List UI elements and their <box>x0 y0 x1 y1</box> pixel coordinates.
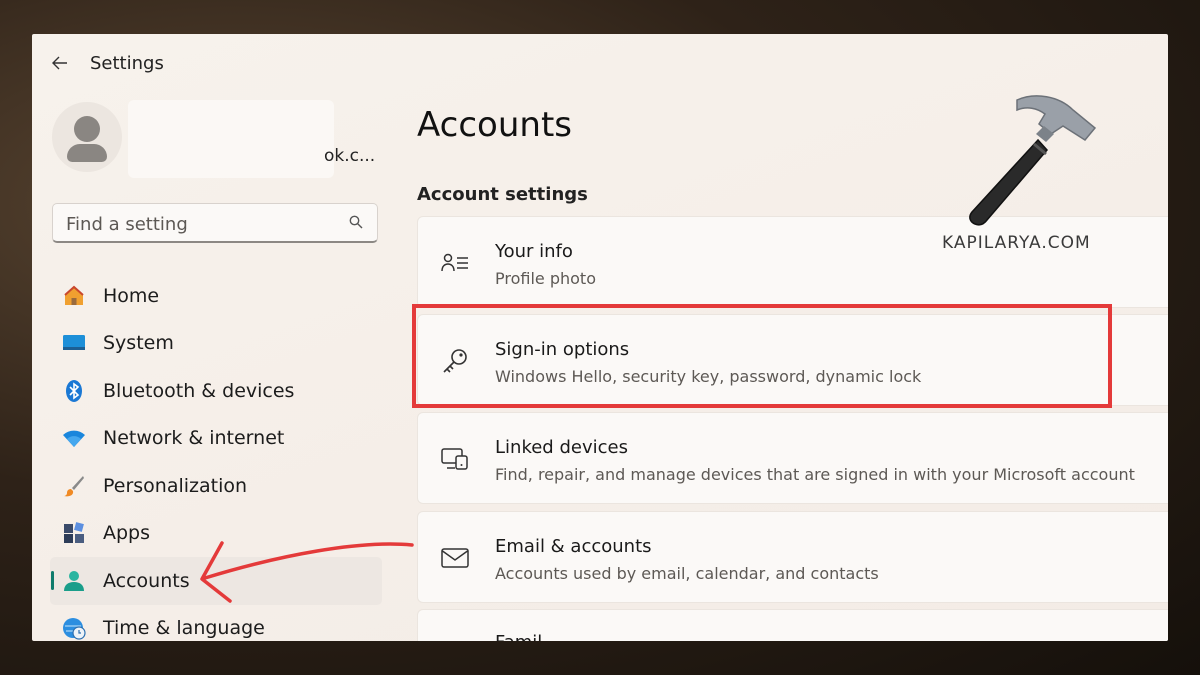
sidebar-item-label: Home <box>103 284 160 307</box>
card-family[interactable]: Famil <box>417 609 1168 641</box>
sidebar-item-personalization[interactable]: Personalization <box>50 462 382 510</box>
bluetooth-icon <box>62 379 86 403</box>
search-box[interactable] <box>52 203 378 243</box>
sidebar-item-network[interactable]: Network & internet <box>50 415 382 463</box>
sidebar-item-label: Time & language <box>103 617 265 640</box>
sidebar-item-label: Personalization <box>103 474 248 497</box>
wifi-icon <box>62 426 86 450</box>
hammer-icon <box>969 95 1097 226</box>
person-icon <box>62 569 86 593</box>
back-button[interactable] <box>46 50 74 76</box>
back-arrow-icon <box>52 56 67 70</box>
title-bar: Settings <box>32 34 1168 94</box>
sidebar-item-label: Network & internet <box>103 427 285 450</box>
active-indicator <box>51 571 54 590</box>
apps-icon <box>62 521 86 545</box>
app-title: Settings <box>90 53 164 74</box>
card-title: Linked devices <box>495 437 628 458</box>
search-input[interactable] <box>64 210 338 238</box>
sidebar-item-label: Accounts <box>103 569 190 592</box>
card-subtitle: Find, repair, and manage devices that ar… <box>495 465 1135 484</box>
sidebar-item-system[interactable]: System <box>50 320 382 368</box>
watermark-text: KAPILARYA.COM <box>942 233 1091 253</box>
sidebar-item-label: Bluetooth & devices <box>103 379 295 402</box>
card-title: Email & accounts <box>495 536 652 557</box>
brush-icon <box>62 474 86 498</box>
card-subtitle: Profile photo <box>495 269 596 288</box>
sidebar-item-bluetooth[interactable]: Bluetooth & devices <box>50 367 382 415</box>
person-list-icon <box>440 250 470 276</box>
sidebar-nav: Home System Bluetooth & devices Network … <box>50 272 382 641</box>
user-email: ok.c... <box>324 146 376 166</box>
home-icon <box>62 284 86 308</box>
globe-clock-icon <box>62 616 86 640</box>
monitor-icon <box>62 331 86 355</box>
card-subtitle: Accounts used by email, calendar, and co… <box>495 564 879 583</box>
sidebar-item-home[interactable]: Home <box>50 272 382 320</box>
sidebar-item-time-language[interactable]: Time & language <box>50 605 382 642</box>
section-title: Account settings <box>417 184 588 205</box>
mail-icon <box>440 545 470 571</box>
redacted-user-name <box>128 100 334 178</box>
annotation-highlight-box <box>412 304 1112 408</box>
card-linked-devices[interactable]: Linked devices Find, repair, and manage … <box>417 412 1168 504</box>
search-icon[interactable] <box>349 215 363 229</box>
card-title: Your info <box>495 241 573 262</box>
linked-devices-icon <box>440 446 470 472</box>
avatar <box>52 102 122 172</box>
sidebar-item-apps[interactable]: Apps <box>50 510 382 558</box>
sidebar-item-accounts[interactable]: Accounts <box>50 557 382 605</box>
page-title: Accounts <box>417 105 572 145</box>
card-email-accounts[interactable]: Email & accounts Accounts used by email,… <box>417 511 1168 603</box>
watermark-logo: KAPILARYA.COM <box>942 92 1112 253</box>
card-title: Famil <box>495 632 542 641</box>
sidebar-item-label: System <box>103 332 174 355</box>
sidebar-item-label: Apps <box>103 522 151 545</box>
